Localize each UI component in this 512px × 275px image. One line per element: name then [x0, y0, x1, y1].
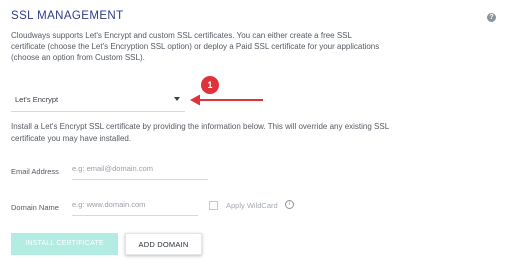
email-field[interactable]: [72, 164, 208, 173]
ssl-type-selected-value: Let's Encrypt: [15, 95, 59, 104]
wildcard-label: Apply WildCard: [226, 201, 278, 210]
wildcard-checkbox[interactable]: [209, 201, 218, 210]
section-title: SSL MANAGEMENT: [11, 10, 124, 22]
ssl-type-select[interactable]: Let's Encrypt: [11, 89, 185, 112]
email-field-container: [72, 157, 208, 180]
add-domain-button[interactable]: ADD DOMAIN: [125, 233, 202, 255]
caret-down-icon[interactable]: [174, 97, 180, 101]
help-icon[interactable]: ?: [487, 13, 496, 22]
info-icon[interactable]: i: [285, 200, 294, 209]
annotation-arrow-icon: [190, 94, 263, 106]
section-description: Cloudways supports Let's Encrypt and cus…: [11, 31, 380, 62]
email-label: Email Address: [11, 167, 59, 176]
step-number-badge: 1: [201, 76, 219, 94]
lets-encrypt-info-text: Install a Let's Encrypt SSL certificate …: [11, 122, 389, 143]
install-certificate-button[interactable]: INSTALL CERTIFICATE: [11, 233, 118, 255]
domain-label: Domain Name: [11, 203, 59, 212]
domain-field-container: [72, 193, 198, 216]
domain-field[interactable]: [72, 200, 198, 209]
